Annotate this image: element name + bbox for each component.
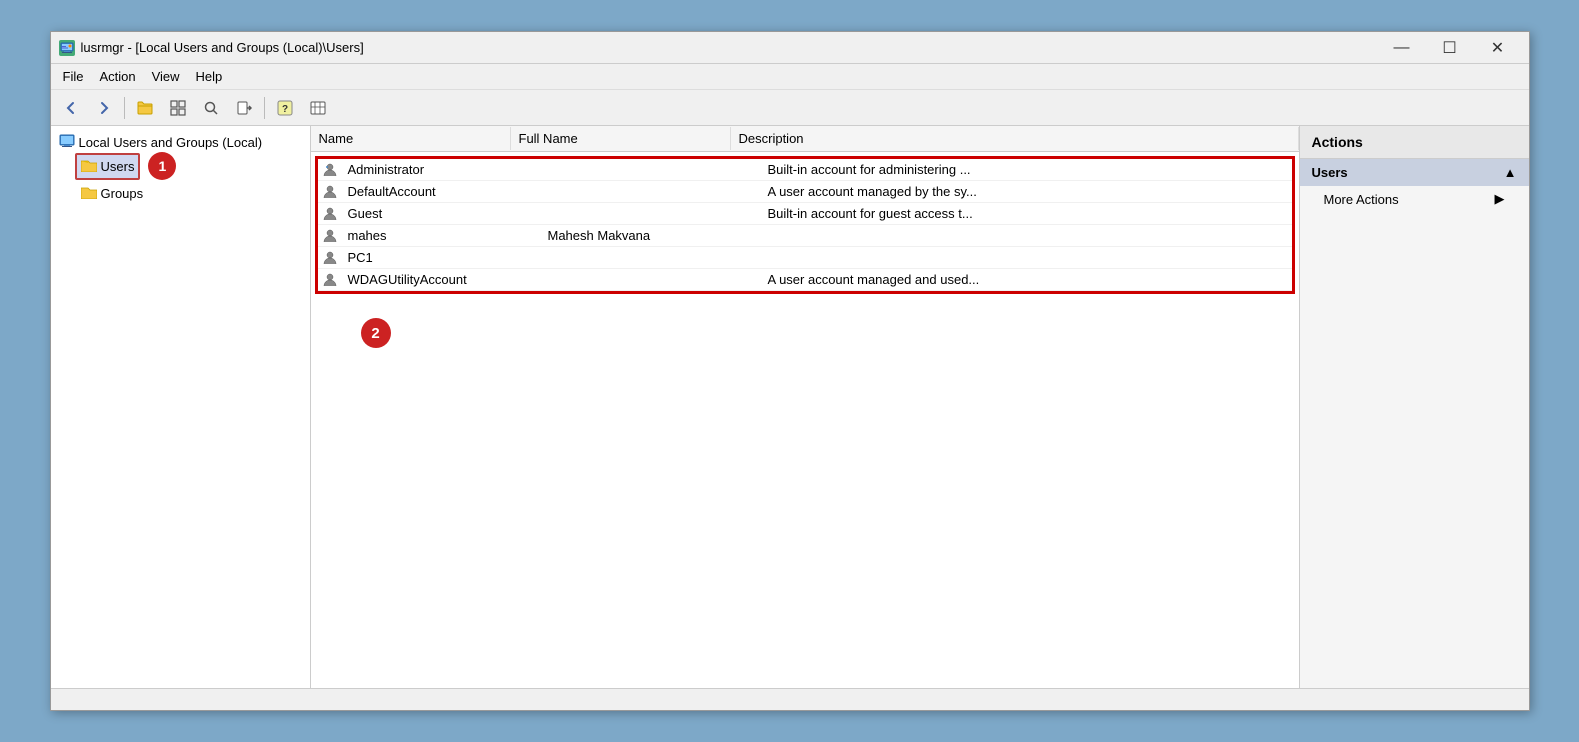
user-icon	[322, 250, 338, 266]
menu-bar: File Action View Help	[51, 64, 1529, 90]
list-panel: Name Full Name Description	[311, 126, 1299, 688]
app-icon	[59, 40, 75, 56]
toolbar-separator-1	[124, 97, 125, 119]
toolbar-separator-2	[264, 97, 265, 119]
back-button[interactable]	[55, 94, 87, 122]
window-controls: — ☐ ✕	[1379, 34, 1521, 62]
user-icon	[322, 206, 338, 222]
annotation-circle-1: 1	[148, 152, 176, 180]
search-button[interactable]	[195, 94, 227, 122]
close-button[interactable]: ✕	[1475, 34, 1521, 62]
cell-description: Built-in account for guest access t...	[760, 205, 1292, 222]
more-actions-label: More Actions	[1324, 192, 1399, 207]
annotation-2-container: 2	[311, 298, 1299, 348]
cell-name: DefaultAccount	[340, 183, 540, 200]
sidebar-children: Users 1 Groups	[75, 152, 306, 207]
cell-description: A user account managed and used...	[760, 271, 1292, 288]
cell-description	[760, 257, 1292, 259]
cell-name: Administrator	[340, 161, 540, 178]
folder-button[interactable]	[129, 94, 161, 122]
sidebar-item-users[interactable]: Users	[75, 153, 141, 180]
cell-fullname: Mahesh Makvana	[540, 227, 760, 244]
table-row[interactable]: WDAGUtilityAccount A user account manage…	[318, 269, 1292, 291]
sidebar-groups-label: Groups	[101, 186, 144, 201]
folder-icon-users	[81, 158, 97, 175]
menu-action[interactable]: Action	[91, 67, 143, 86]
svg-text:?: ?	[282, 104, 288, 115]
title-text: lusrmgr - [Local Users and Groups (Local…	[81, 40, 1379, 55]
computer-icon	[59, 134, 75, 150]
cell-name: PC1	[340, 249, 540, 266]
cell-name: Guest	[340, 205, 540, 222]
user-icon	[322, 184, 338, 200]
table-row[interactable]: Guest Built-in account for guest access …	[318, 203, 1292, 225]
user-icon	[322, 228, 338, 244]
table-row[interactable]: Administrator Built-in account for admin…	[318, 159, 1292, 181]
users-list-bordered: Administrator Built-in account for admin…	[315, 156, 1295, 294]
cell-fullname	[540, 169, 760, 171]
menu-view[interactable]: View	[144, 67, 188, 86]
title-bar: lusrmgr - [Local Users and Groups (Local…	[51, 32, 1529, 64]
minimize-button[interactable]: —	[1379, 34, 1425, 62]
help-button[interactable]: ?	[269, 94, 301, 122]
cell-fullname	[540, 213, 760, 215]
user-icon	[322, 272, 338, 288]
sidebar-users-label: Users	[101, 159, 135, 174]
grid-button[interactable]	[162, 94, 194, 122]
header-name[interactable]: Name	[311, 127, 511, 150]
arrow-right-icon: ▶	[1495, 191, 1505, 207]
toolbar: ?	[51, 90, 1529, 126]
table-row[interactable]: mahes Mahesh Makvana	[318, 225, 1292, 247]
list-body-wrapper: Administrator Built-in account for admin…	[311, 152, 1299, 688]
forward-button[interactable]	[88, 94, 120, 122]
sidebar-item-groups[interactable]: Groups	[75, 180, 306, 207]
cell-name: mahes	[340, 227, 540, 244]
cell-fullname	[540, 279, 760, 281]
sidebar-users-wrapper: Users 1	[75, 152, 306, 180]
sidebar-root-label: Local Users and Groups (Local)	[79, 135, 263, 150]
actions-panel: Actions Users ▲ More Actions ▶	[1299, 126, 1529, 688]
collapse-icon: ▲	[1504, 165, 1517, 180]
cell-name: WDAGUtilityAccount	[340, 271, 540, 288]
table-row[interactable]: PC1	[318, 247, 1292, 269]
list-body: Administrator Built-in account for admin…	[311, 152, 1299, 348]
user-icon	[322, 162, 338, 178]
menu-file[interactable]: File	[55, 67, 92, 86]
cell-description	[760, 235, 1292, 237]
sidebar-root-item[interactable]: Local Users and Groups (Local)	[55, 132, 306, 152]
export-button[interactable]	[228, 94, 260, 122]
header-description[interactable]: Description	[731, 127, 1299, 150]
actions-section-users[interactable]: Users ▲	[1300, 159, 1529, 186]
list-header: Name Full Name Description	[311, 126, 1299, 152]
sidebar: Local Users and Groups (Local) Users	[51, 126, 311, 688]
maximize-button[interactable]: ☐	[1427, 34, 1473, 62]
status-bar	[51, 688, 1529, 710]
menu-help[interactable]: Help	[188, 67, 231, 86]
actions-more-actions[interactable]: More Actions ▶	[1300, 186, 1529, 212]
cell-description: A user account managed by the sy...	[760, 183, 1292, 200]
list-view-button[interactable]	[302, 94, 334, 122]
annotation-circle-2: 2	[361, 318, 391, 348]
actions-section-label: Users	[1312, 165, 1348, 180]
cell-description: Built-in account for administering ...	[760, 161, 1292, 178]
folder-icon-groups	[81, 185, 97, 202]
cell-fullname	[540, 257, 760, 259]
table-row[interactable]: DefaultAccount A user account managed by…	[318, 181, 1292, 203]
header-fullname[interactable]: Full Name	[511, 127, 731, 150]
main-content: Local Users and Groups (Local) Users	[51, 126, 1529, 688]
actions-title: Actions	[1300, 126, 1529, 159]
cell-fullname	[540, 191, 760, 193]
main-window: lusrmgr - [Local Users and Groups (Local…	[50, 31, 1530, 711]
